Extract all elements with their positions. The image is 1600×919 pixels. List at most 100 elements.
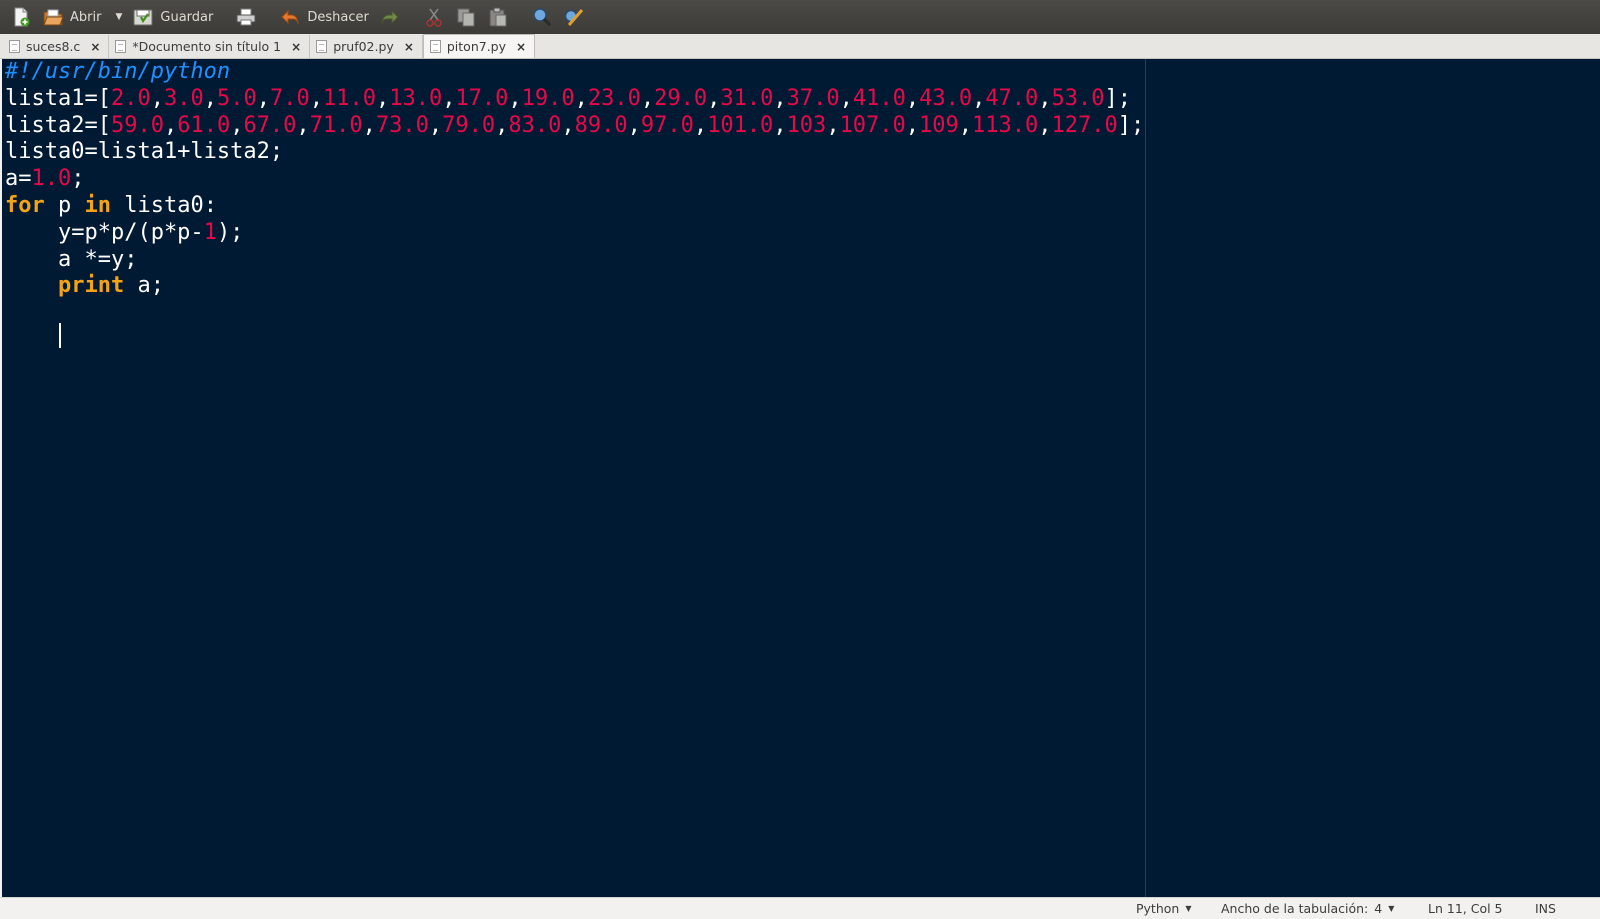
code-token: , [163, 112, 178, 138]
code-token: 37.0 [786, 85, 840, 111]
insert-mode-label: INS [1535, 901, 1556, 916]
code-token: , [256, 85, 270, 111]
open-label: Abrir [70, 9, 102, 25]
code-token: 127.0 [1051, 112, 1118, 138]
code-token: a= [5, 166, 32, 192]
save-label: Guardar [160, 9, 214, 25]
print-button[interactable] [231, 3, 261, 31]
code-token: , [150, 85, 164, 111]
code-token: , [640, 85, 655, 111]
code-token: , [958, 112, 973, 138]
code-token: #!/usr/bin/python [5, 59, 231, 84]
code-token: lista1=[ [5, 85, 111, 111]
undo-button[interactable]: Deshacer [275, 3, 372, 31]
tab-width-selector[interactable]: Ancho de la tabulación: 4 ▼ [1221, 901, 1394, 916]
code-line[interactable]: #!/usr/bin/python [5, 59, 1144, 86]
close-tab-icon[interactable]: × [404, 40, 414, 54]
code-token: , [905, 85, 920, 111]
new-button[interactable] [6, 3, 36, 31]
code-token: 11.0 [322, 85, 376, 111]
printer-icon [235, 6, 257, 28]
code-text[interactable]: #!/usr/bin/python lista1=[2.0,3.0,5.0,7.0… [5, 59, 1144, 354]
code-token: , [773, 112, 787, 138]
document-icon [316, 40, 328, 53]
code-token: 2.0 [110, 85, 151, 111]
code-line[interactable]: lista2=[59.0,61.0,67.0,71.0,73.0,79.0,83… [5, 113, 1144, 140]
insert-mode[interactable]: INS [1535, 901, 1556, 916]
code-token: , [972, 85, 986, 111]
code-token: 13.0 [389, 85, 443, 111]
close-tab-icon[interactable]: × [516, 40, 526, 54]
code-token: ; [71, 166, 85, 192]
code-token: 7.0 [269, 85, 310, 111]
code-token: 43.0 [919, 85, 973, 111]
code-line[interactable]: lista0=lista1+lista2; [5, 139, 1144, 166]
tab-suces8-c[interactable]: suces8.c × [3, 35, 110, 58]
tab-piton7-py[interactable]: piton7.py × [422, 34, 536, 58]
code-editor[interactable]: #!/usr/bin/python lista1=[2.0,3.0,5.0,7.0… [2, 59, 1600, 897]
code-token: ]; [1117, 112, 1145, 138]
code-token: a; [124, 273, 164, 299]
code-token: for [5, 192, 45, 218]
code-token: 103 [786, 112, 827, 138]
code-token: lista2=[ [5, 112, 111, 138]
code-token: 109 [919, 112, 959, 138]
code-line[interactable] [5, 300, 1144, 327]
save-icon [132, 6, 154, 28]
open-button[interactable]: Abrir [38, 3, 105, 31]
code-line[interactable]: lista1=[2.0,3.0,5.0,7.0,11.0,13.0,17.0,1… [5, 86, 1144, 113]
code-token: , [839, 85, 853, 111]
code-token: 41.0 [852, 85, 906, 111]
tab-pruf02-py[interactable]: pruf02.py × [310, 35, 423, 58]
undo-arrow-icon [279, 6, 301, 28]
replace-button[interactable] [559, 3, 589, 31]
code-token: 29.0 [654, 85, 708, 111]
paste-button[interactable] [483, 3, 513, 31]
code-token: 107.0 [839, 112, 906, 138]
code-line[interactable]: y=p*p/(p*p-1); [5, 220, 1144, 247]
find-button[interactable] [527, 3, 557, 31]
document-tabs: suces8.c × *Documento sin título 1 × pru… [0, 34, 1600, 59]
tab-label: piton7.py [446, 39, 507, 54]
tab-label: pruf02.py [333, 39, 394, 54]
code-line[interactable] [5, 327, 1144, 354]
cut-button[interactable] [419, 3, 449, 31]
paste-icon [487, 6, 509, 28]
code-token: 1 [203, 219, 217, 245]
code-token: ); [216, 219, 244, 245]
code-token: , [627, 112, 641, 138]
code-token: lista0: [111, 192, 217, 218]
new-document-icon [10, 6, 32, 28]
open-recent-dropdown-icon[interactable]: ▼ [115, 12, 122, 22]
code-token: 67.0 [243, 112, 297, 138]
code-token: 101.0 [707, 112, 774, 138]
close-tab-icon[interactable]: × [291, 40, 301, 54]
tab-width-label: Ancho de la tabulación: [1221, 901, 1369, 916]
code-line[interactable]: print a; [5, 273, 1144, 300]
close-tab-icon[interactable]: × [90, 40, 100, 54]
redo-button[interactable] [375, 3, 405, 31]
undo-label: Deshacer [307, 9, 369, 25]
code-token: p [44, 192, 85, 218]
code-token: , [561, 112, 575, 138]
language-selector[interactable]: Python ▼ [1136, 901, 1192, 916]
code-line[interactable]: a=1.0; [5, 166, 1144, 193]
code-token: , [495, 112, 509, 138]
code-token: 59.0 [110, 112, 164, 138]
tab-documento-sin-titulo-1[interactable]: *Documento sin título 1 × [109, 35, 311, 58]
save-button[interactable]: Guardar [128, 3, 217, 31]
code-token: 89.0 [574, 112, 628, 138]
folder-open-icon [42, 6, 64, 28]
copy-button[interactable] [451, 3, 481, 31]
code-line[interactable]: for p in lista0: [5, 193, 1144, 220]
code-line[interactable]: a *=y; [5, 247, 1144, 274]
code-token: y=p*p/(p*p- [5, 219, 204, 245]
code-token: 53.0 [1051, 85, 1105, 111]
cursor-position-label: Ln 11, Col 5 [1428, 901, 1503, 916]
tab-label: suces8.c [26, 39, 81, 54]
code-token: , [362, 112, 376, 138]
code-token: , [574, 85, 588, 111]
copy-icon [455, 6, 477, 28]
